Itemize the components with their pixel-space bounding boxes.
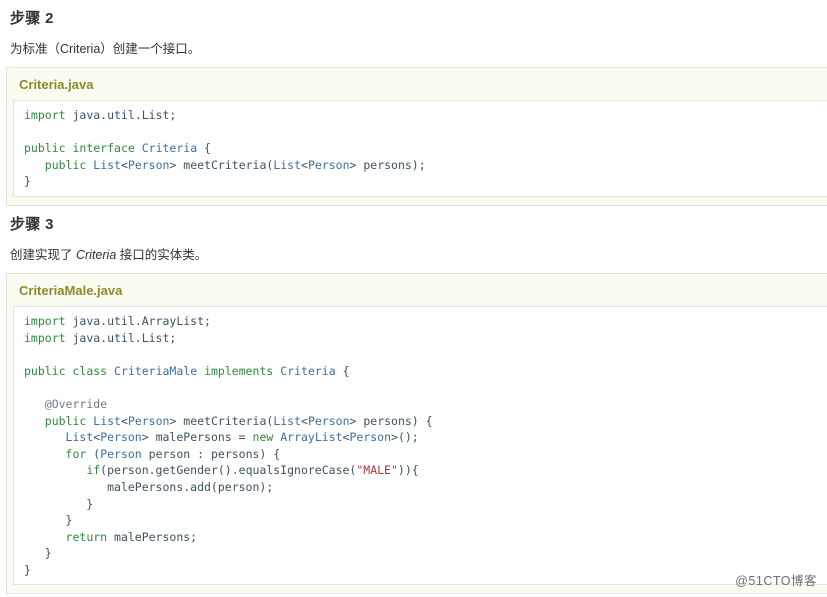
code-block-2-filename: CriteriaMale.java <box>13 280 827 306</box>
code-block-1-body[interactable]: import java.util.List; public interface … <box>13 100 827 197</box>
code-block-2-source[interactable]: import java.util.ArrayList; import java.… <box>24 313 820 579</box>
section-description-2-suffix: 接口的实体类。 <box>116 248 207 262</box>
section-description-2: 创建实现了 Criteria 接口的实体类。 <box>0 236 827 273</box>
section-description-1-prefix: 为标准（Criteria）创建一个接口。 <box>10 42 200 56</box>
site-watermark: @51CTO博客 <box>735 570 817 589</box>
section-heading-2: 步骤 3 <box>0 206 827 236</box>
section-description-2-emphasis: Criteria <box>76 248 116 262</box>
code-block-1-source[interactable]: import java.util.List; public interface … <box>24 107 820 190</box>
article-page: 步骤 2 为标准（Criteria）创建一个接口。 Criteria.java … <box>0 0 827 597</box>
code-block-1: Criteria.java import java.util.List; pub… <box>6 67 827 206</box>
code-block-2: CriteriaMale.java import java.util.Array… <box>6 273 827 595</box>
section-description-2-prefix: 创建实现了 <box>10 248 76 262</box>
code-block-2-body[interactable]: import java.util.ArrayList; import java.… <box>13 306 827 586</box>
code-block-1-filename: Criteria.java <box>13 74 827 100</box>
section-description-1: 为标准（Criteria）创建一个接口。 <box>0 30 827 67</box>
section-heading-1: 步骤 2 <box>0 0 827 30</box>
